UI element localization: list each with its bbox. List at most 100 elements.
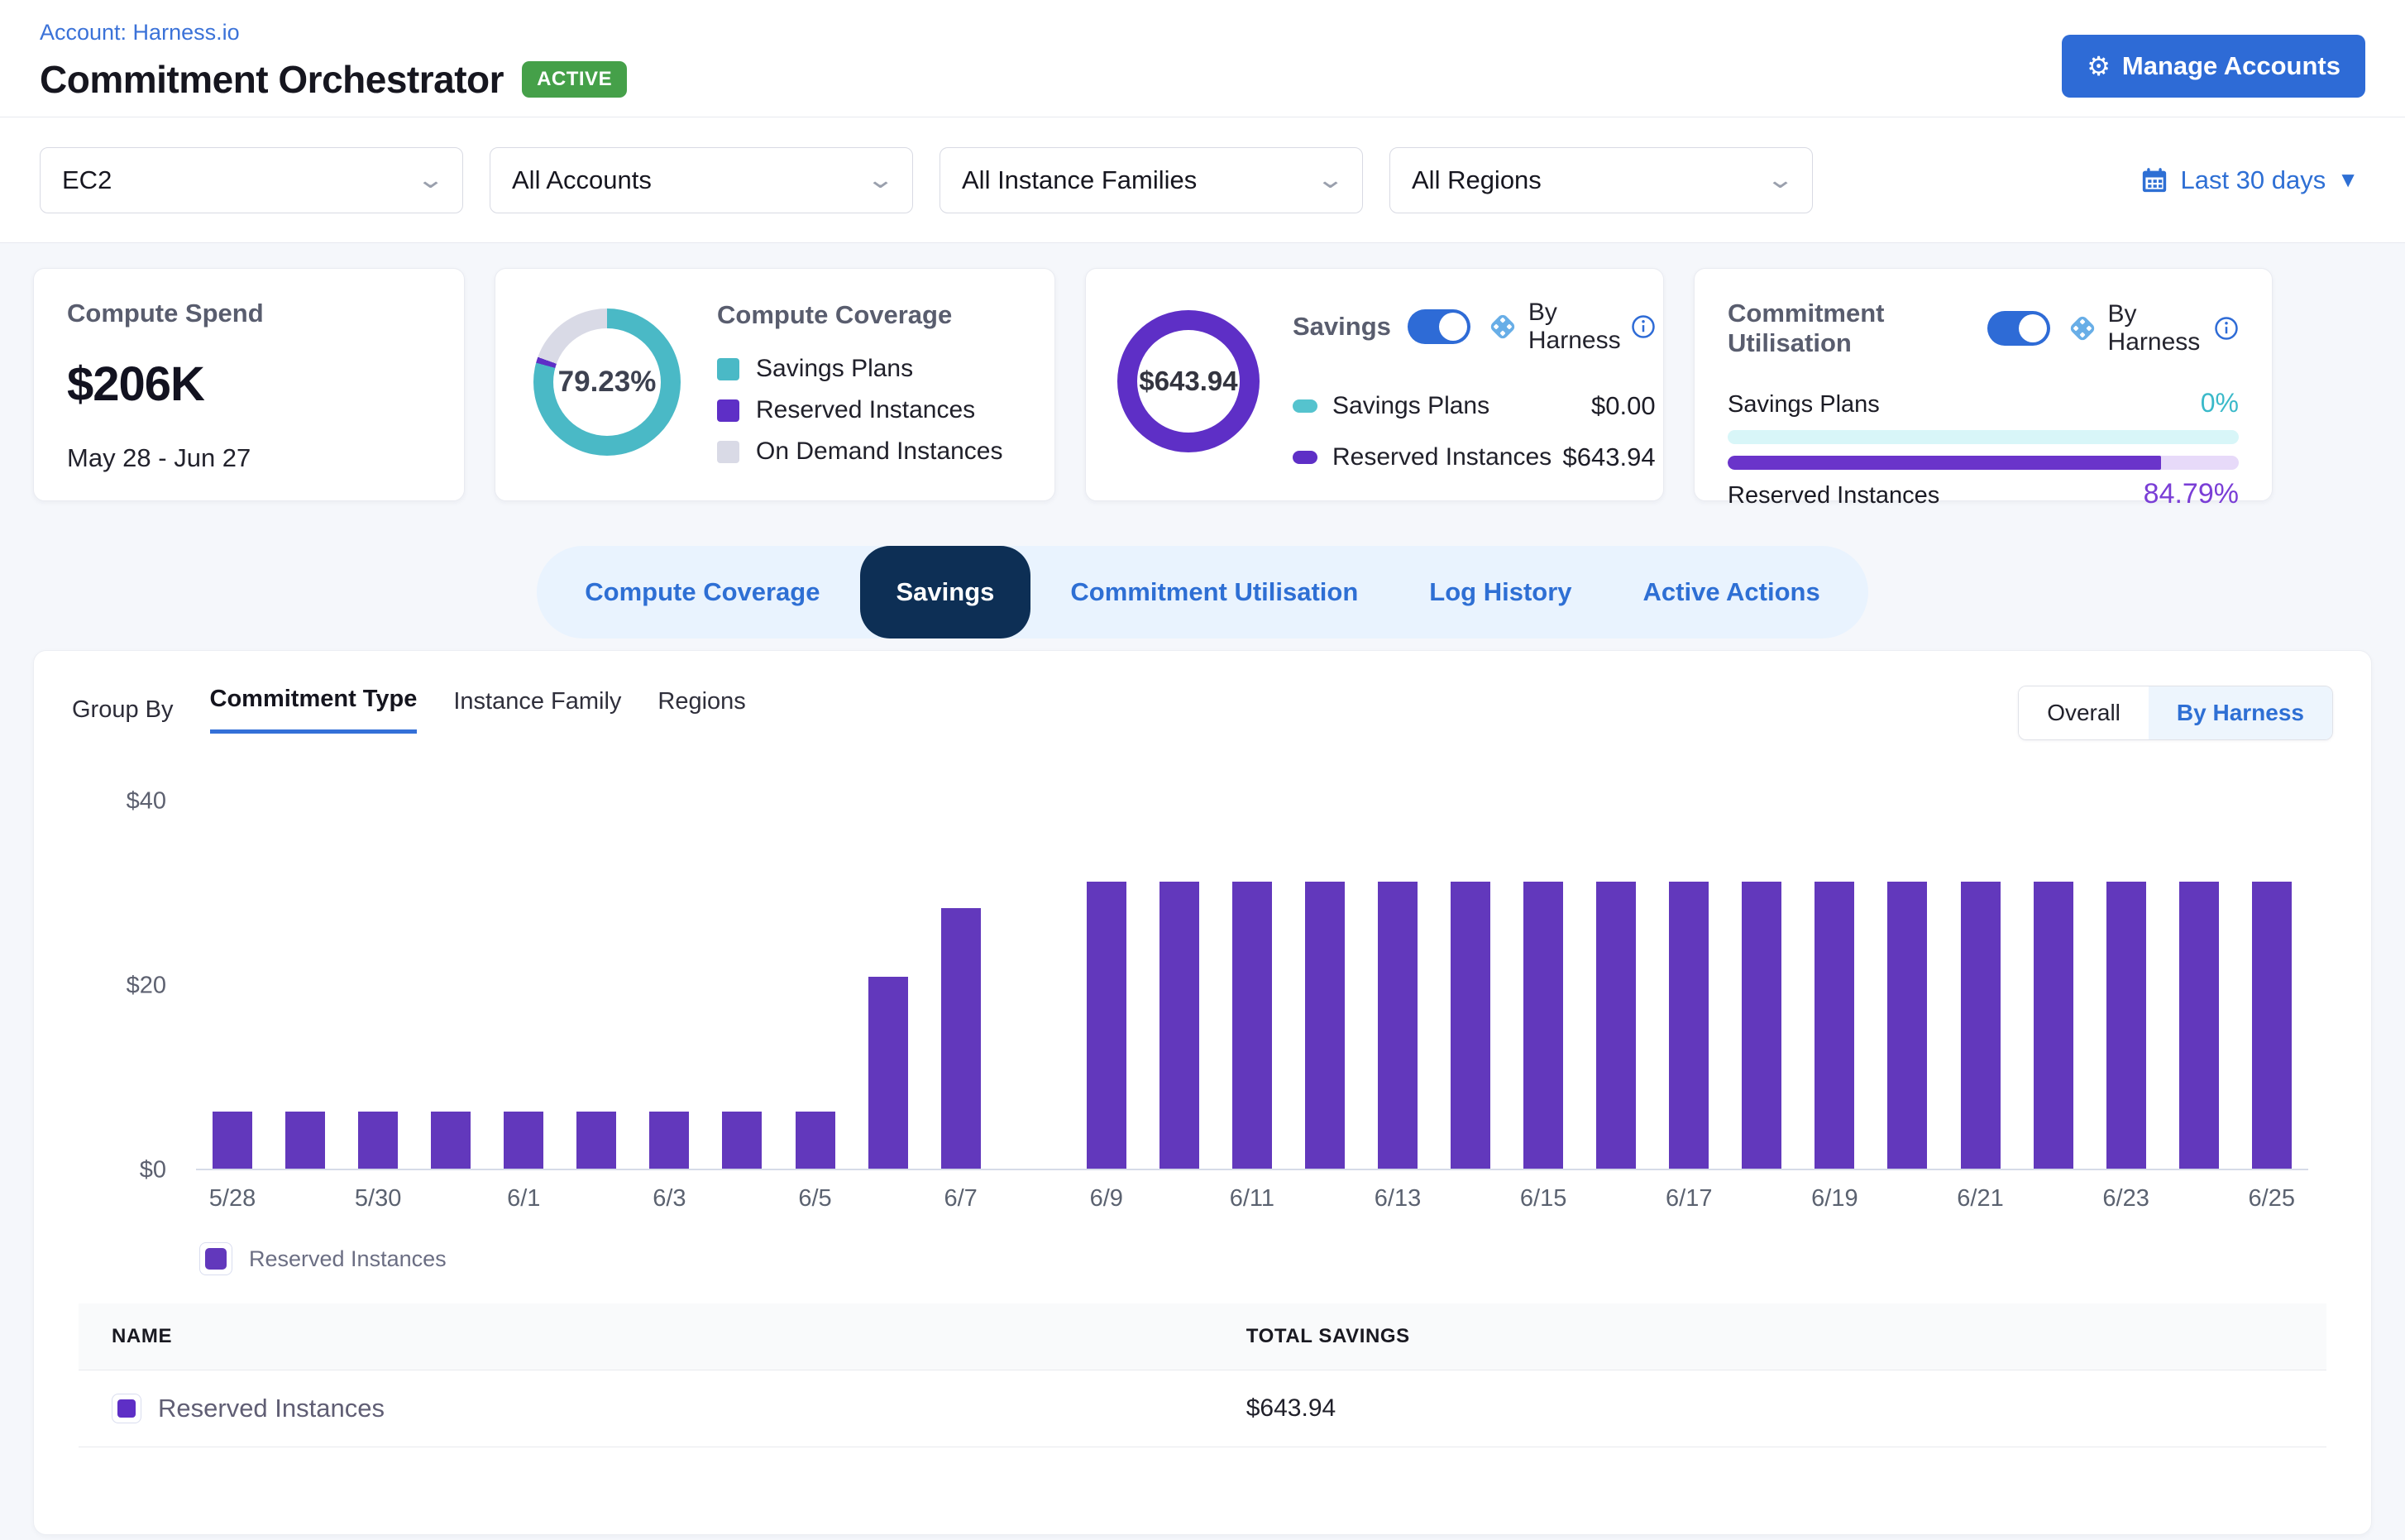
group-by-instance-family[interactable]: Instance Family bbox=[453, 688, 621, 732]
x-tick bbox=[269, 1185, 342, 1212]
compute-spend-period: May 28 - Jun 27 bbox=[67, 443, 431, 473]
bar-6/6[interactable] bbox=[868, 977, 908, 1169]
bar-6/12[interactable] bbox=[1305, 882, 1345, 1169]
savings-row-savings-plans: Savings Plans $0.00 bbox=[1293, 391, 1656, 421]
segment-by-harness[interactable]: By Harness bbox=[2149, 686, 2332, 739]
savings-row-label: Reserved Instances bbox=[1332, 443, 1552, 471]
bar-plot bbox=[196, 801, 2308, 1170]
coverage-percent: 79.23% bbox=[533, 308, 681, 456]
bar-6/2[interactable] bbox=[576, 1112, 616, 1169]
tab-commitment-utilisation[interactable]: Commitment Utilisation bbox=[1039, 546, 1389, 638]
instance-families-select[interactable]: All Instance Families ⌄ bbox=[940, 147, 1363, 213]
bar-6/14[interactable] bbox=[1451, 882, 1490, 1169]
tab-savings[interactable]: Savings bbox=[860, 546, 1031, 638]
tab-compute-coverage[interactable]: Compute Coverage bbox=[553, 546, 851, 638]
bar-6/4[interactable] bbox=[722, 1112, 762, 1169]
bar-6/3[interactable] bbox=[649, 1112, 689, 1169]
regions-select[interactable]: All Regions ⌄ bbox=[1389, 147, 1813, 213]
x-tick bbox=[560, 1185, 633, 1212]
group-by-control: Group By Commitment Type Instance Family… bbox=[72, 686, 746, 734]
bar-6/11[interactable] bbox=[1232, 882, 1272, 1169]
regions-select-value: All Regions bbox=[1412, 165, 1542, 195]
harness-logo-icon bbox=[2067, 313, 2098, 344]
bar-6/17[interactable] bbox=[1669, 882, 1709, 1169]
legend-item-reserved-instances: Reserved Instances bbox=[717, 396, 1003, 424]
bar-5/31[interactable] bbox=[431, 1112, 471, 1169]
manage-accounts-button[interactable]: ⚙ Manage Accounts bbox=[2062, 35, 2365, 98]
reserved-instances-legend-checkbox[interactable] bbox=[199, 1242, 232, 1275]
utilisation-by-harness-toggle[interactable] bbox=[1987, 311, 2050, 346]
x-tick: 6/1 bbox=[487, 1185, 560, 1212]
compute-spend-card: Compute Spend $206K May 28 - Jun 27 bbox=[33, 268, 465, 501]
tab-active-actions[interactable]: Active Actions bbox=[1612, 546, 1852, 638]
chart-legend: Reserved Instances bbox=[199, 1242, 2333, 1275]
compute-spend-title: Compute Spend bbox=[67, 299, 431, 328]
coverage-donut-chart: 79.23% bbox=[533, 308, 681, 456]
bar-6/13[interactable] bbox=[1378, 882, 1418, 1169]
manage-accounts-label: Manage Accounts bbox=[2122, 51, 2340, 81]
group-by-commitment-type[interactable]: Commitment Type bbox=[210, 686, 418, 734]
info-icon[interactable] bbox=[2214, 316, 2239, 341]
savings-row-reserved-instances: Reserved Instances $643.94 bbox=[1293, 442, 1656, 472]
bar-6/21[interactable] bbox=[1961, 882, 2001, 1169]
util-reserved-instances-label: Reserved Instances bbox=[1728, 482, 1939, 509]
bar-6/25[interactable] bbox=[2252, 882, 2292, 1169]
row-total-savings-value: $643.94 bbox=[1246, 1394, 2293, 1423]
bar-5/29[interactable] bbox=[285, 1112, 325, 1169]
bar-6/9[interactable] bbox=[1087, 882, 1126, 1169]
bar-6/16[interactable] bbox=[1596, 882, 1636, 1169]
x-tick bbox=[1289, 1185, 1361, 1212]
legend-item-savings-plans: Savings Plans bbox=[717, 355, 1003, 383]
bar-6/10[interactable] bbox=[1159, 882, 1199, 1169]
bar-6/18[interactable] bbox=[1742, 882, 1781, 1169]
x-tick bbox=[705, 1185, 778, 1212]
bar-6/7[interactable] bbox=[941, 908, 981, 1169]
summary-cards: Compute Spend $206K May 28 - Jun 27 79.2… bbox=[0, 243, 2405, 529]
x-tick bbox=[414, 1185, 487, 1212]
bar-6/20[interactable] bbox=[1887, 882, 1927, 1169]
x-tick bbox=[1580, 1185, 1652, 1212]
col-total-savings: TOTAL SAVINGS bbox=[1246, 1325, 2293, 1348]
bar-5/30[interactable] bbox=[358, 1112, 398, 1169]
x-tick bbox=[852, 1185, 925, 1212]
bar-6/15[interactable] bbox=[1523, 882, 1563, 1169]
bar-6/5[interactable] bbox=[796, 1112, 835, 1169]
savings-by-harness-toggle[interactable] bbox=[1408, 309, 1470, 344]
date-range-picker[interactable]: Last 30 days ▼ bbox=[2140, 165, 2365, 195]
util-savings-plans-value: 0% bbox=[2201, 388, 2239, 418]
overall-byharness-segmented: Overall By Harness bbox=[2018, 686, 2333, 740]
accounts-select[interactable]: All Accounts ⌄ bbox=[490, 147, 913, 213]
service-select[interactable]: EC2 ⌄ bbox=[40, 147, 463, 213]
harness-logo-icon bbox=[1487, 311, 1518, 342]
x-tick: 6/15 bbox=[1507, 1185, 1580, 1212]
filter-bar: EC2 ⌄ All Accounts ⌄ All Instance Famili… bbox=[0, 117, 2405, 243]
savings-card: $643.94 Savings bbox=[1085, 268, 1664, 501]
chevron-down-icon: ⌄ bbox=[866, 165, 895, 194]
x-axis-labels: 5/285/306/16/36/56/76/96/116/136/156/176… bbox=[196, 1185, 2308, 1212]
account-breadcrumb-link[interactable]: Account: Harness.io bbox=[40, 20, 627, 45]
bar-6/23[interactable] bbox=[2106, 882, 2146, 1169]
x-tick: 6/21 bbox=[1944, 1185, 2017, 1212]
x-tick: 6/3 bbox=[633, 1185, 705, 1212]
savings-row-value: $0.00 bbox=[1591, 391, 1656, 421]
compute-spend-value: $206K bbox=[67, 356, 431, 412]
col-name: NAME bbox=[112, 1325, 1246, 1348]
bar-6/24[interactable] bbox=[2179, 882, 2219, 1169]
util-reserved-instances-value: 84.79% bbox=[2144, 478, 2239, 510]
bar-6/22[interactable] bbox=[2034, 882, 2073, 1169]
savings-plans-swatch bbox=[717, 358, 739, 380]
x-tick: 5/28 bbox=[196, 1185, 269, 1212]
group-by-regions[interactable]: Regions bbox=[657, 688, 745, 732]
x-tick: 6/11 bbox=[1216, 1185, 1289, 1212]
bar-6/1[interactable] bbox=[504, 1112, 543, 1169]
bar-5/28[interactable] bbox=[213, 1112, 252, 1169]
y-tick-40: $40 bbox=[127, 788, 166, 815]
segment-overall[interactable]: Overall bbox=[2019, 686, 2149, 739]
bar-6/19[interactable] bbox=[1815, 882, 1854, 1169]
compute-coverage-title: Compute Coverage bbox=[717, 300, 1003, 330]
chevron-down-icon: ⌄ bbox=[416, 165, 445, 194]
y-tick-0: $0 bbox=[140, 1157, 166, 1184]
savings-panel: Group By Commitment Type Instance Family… bbox=[33, 650, 2372, 1535]
info-icon[interactable] bbox=[1631, 314, 1656, 339]
tab-log-history[interactable]: Log History bbox=[1398, 546, 1603, 638]
